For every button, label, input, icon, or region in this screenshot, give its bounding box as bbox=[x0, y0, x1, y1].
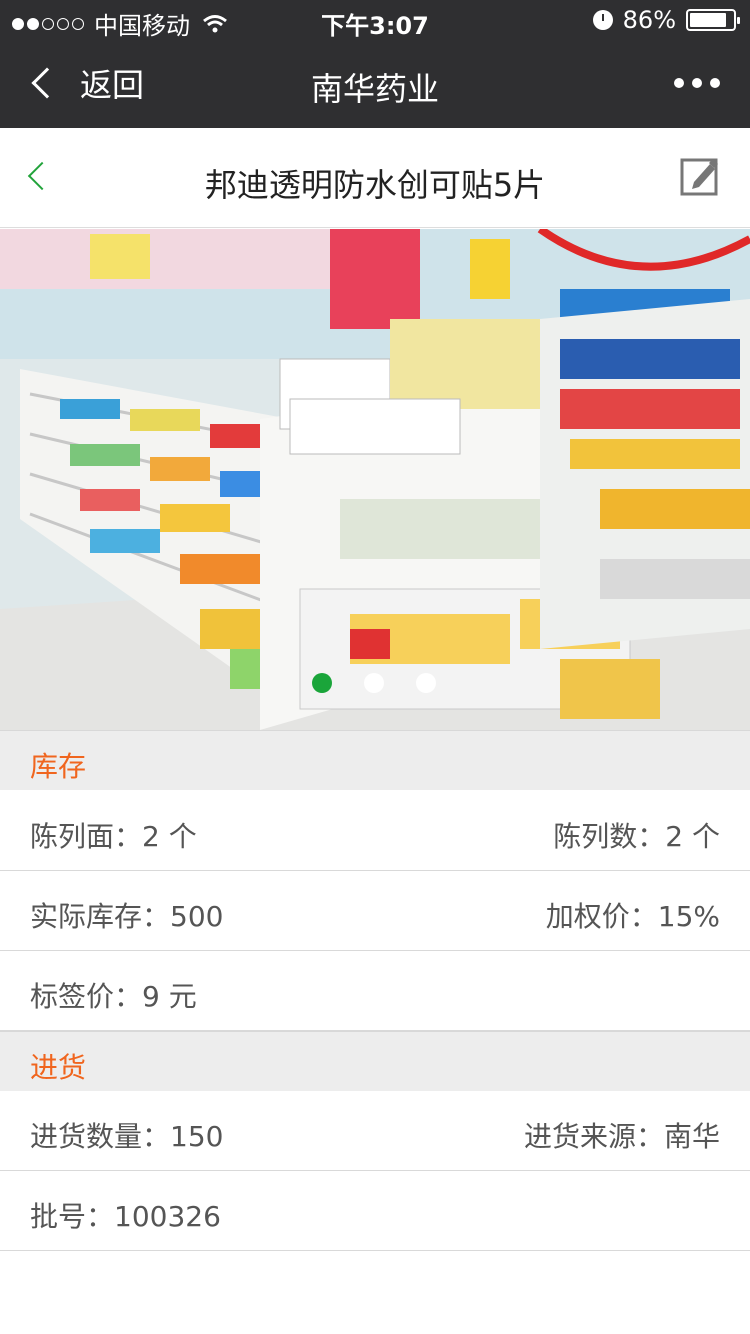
inventory-section-header: 库存 bbox=[0, 730, 750, 790]
purchase-row-quantity: 进货数量：150 进货来源：南华 bbox=[0, 1091, 750, 1171]
more-options-button[interactable] bbox=[674, 78, 720, 88]
carousel-dot[interactable] bbox=[312, 673, 332, 693]
inventory-section-title: 库存 bbox=[30, 750, 87, 783]
display-count-value: 陈列数：2 个 bbox=[553, 820, 720, 853]
purchase-row-batch: 批号：100326 bbox=[0, 1171, 750, 1251]
top-bar: 中国移动 下午3:07 86% 返回 南华药业 bbox=[0, 0, 750, 128]
more-dot-icon bbox=[674, 78, 684, 88]
product-header: 邦迪透明防水创可贴5片 bbox=[0, 128, 750, 228]
carousel-dot[interactable] bbox=[364, 673, 384, 693]
actual-stock-value: 实际库存：500 bbox=[30, 900, 224, 933]
more-dot-icon bbox=[710, 78, 720, 88]
purchase-section-header: 进货 bbox=[0, 1031, 750, 1091]
status-right: 86% bbox=[592, 6, 740, 34]
battery-icon bbox=[686, 9, 740, 31]
nav-bar: 返回 南华药业 bbox=[0, 40, 750, 128]
nav-title: 南华药业 bbox=[310, 70, 439, 108]
inventory-row-price: 标签价：9 元 bbox=[0, 951, 750, 1031]
carousel-indicators bbox=[312, 673, 436, 693]
product-image-carousel[interactable] bbox=[0, 229, 750, 730]
product-title: 邦迪透明防水创可贴5片 bbox=[204, 166, 546, 204]
battery-percent: 86% bbox=[622, 6, 676, 34]
pharmacy-shelf-image bbox=[0, 229, 750, 730]
inventory-row-stock: 实际库存：500 加权价：15% bbox=[0, 871, 750, 951]
purchase-quantity-value: 进货数量：150 bbox=[30, 1120, 224, 1153]
more-dot-icon bbox=[692, 78, 702, 88]
purchase-source-value: 进货来源：南华 bbox=[523, 1120, 720, 1153]
batch-number-value: 批号：100326 bbox=[30, 1200, 221, 1233]
purchase-section-title: 进货 bbox=[30, 1051, 87, 1084]
status-bar: 中国移动 下午3:07 86% bbox=[0, 0, 750, 40]
carousel-dot[interactable] bbox=[416, 673, 436, 693]
alarm-icon bbox=[592, 10, 613, 30]
inventory-row-display: 陈列面：2 个 陈列数：2 个 bbox=[0, 791, 750, 871]
display-face-value: 陈列面：2 个 bbox=[30, 820, 197, 853]
edit-icon[interactable] bbox=[680, 156, 720, 196]
weighted-price-value: 加权价：15% bbox=[545, 900, 720, 933]
label-price-value: 标签价：9 元 bbox=[30, 980, 197, 1013]
